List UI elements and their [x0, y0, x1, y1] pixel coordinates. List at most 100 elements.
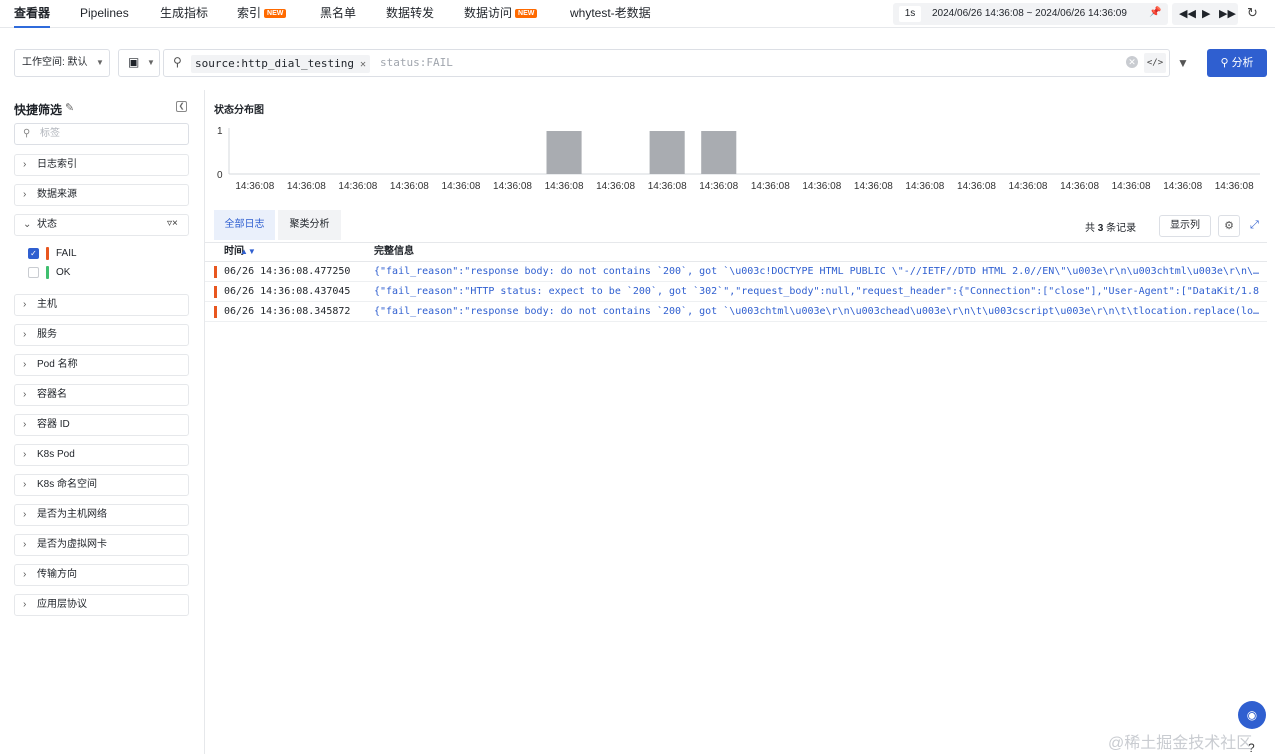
- chart-x-labels: 14:36:08 14:36:08 14:36:08 14:36:08 14:36:08…: [235, 181, 1254, 192]
- filter-group-label: 日志索引: [37, 159, 77, 170]
- filter-group-service[interactable]: › 服务: [14, 324, 189, 346]
- table-row[interactable]: 06/26 14:36:08.437045 {"fail_reason":"HT…: [205, 282, 1267, 302]
- table-row[interactable]: 06/26 14:36:08.477250 {"fail_reason":"re…: [205, 262, 1267, 282]
- x-tick-label: 14:36:08: [905, 181, 944, 192]
- x-tick-label: 14:36:08: [442, 181, 481, 192]
- display-columns-button[interactable]: 显示列: [1159, 215, 1211, 237]
- tab-metrics[interactable]: 生成指标: [160, 0, 208, 28]
- play-icon[interactable]: ▶: [1202, 3, 1210, 25]
- filter-group-pod-name[interactable]: › Pod 名称: [14, 354, 189, 376]
- filter-group-virtual-nic[interactable]: › 是否为虚拟网卡: [14, 534, 189, 556]
- checkbox[interactable]: [28, 267, 39, 278]
- edit-icon[interactable]: ✎: [65, 101, 74, 114]
- log-message: {"fail_reason":"response body: do not co…: [374, 306, 1260, 317]
- chart-bar[interactable]: [546, 131, 582, 174]
- log-time: 06/26 14:36:08.437045: [224, 286, 351, 297]
- analyze-button[interactable]: ⚲ 分析: [1207, 49, 1267, 77]
- filter-settings-icon[interactable]: ▼: [1177, 56, 1189, 70]
- clear-icon[interactable]: ✕: [1126, 56, 1138, 68]
- collapse-sidebar-icon[interactable]: ❮: [176, 101, 187, 112]
- x-tick-label: 14:36:08: [648, 181, 687, 192]
- filter-group-label: 是否为虚拟网卡: [37, 539, 107, 550]
- filter-group-host-network[interactable]: › 是否为主机网络: [14, 504, 189, 526]
- filter-group-host[interactable]: › 主机: [14, 294, 189, 316]
- record-count-suffix: 条记录: [1106, 223, 1137, 234]
- tab-cluster-analysis[interactable]: 聚类分析: [278, 210, 341, 240]
- workspace-select[interactable]: 工作空间: 默认 ▼: [14, 49, 110, 77]
- fast-forward-icon[interactable]: ▶▶: [1219, 3, 1236, 25]
- column-header-message: 完整信息: [374, 246, 414, 257]
- quick-filter-title: 快捷筛选: [14, 103, 63, 117]
- chevron-down-icon: ▼: [96, 58, 104, 67]
- query-chip[interactable]: source:http_dial_testing ✕: [191, 55, 370, 73]
- record-count-prefix: 共: [1085, 223, 1095, 234]
- top-nav: 查看器 Pipelines 生成指标 索引 NEW 黑名单 数据转发 数据访问 NE…: [0, 0, 1275, 28]
- tab-data-access[interactable]: 数据访问 NEW: [464, 0, 538, 28]
- filter-group-status[interactable]: ⌄ 状态 ▿×: [14, 214, 189, 236]
- chevron-right-icon: ›: [23, 479, 27, 490]
- search-input[interactable]: ⚲ source:http_dial_testing ✕ status:FAIL …: [163, 49, 1170, 77]
- record-count-value: 3: [1097, 223, 1104, 234]
- filter-group-container-name[interactable]: › 容器名: [14, 384, 189, 406]
- chevron-right-icon: ›: [23, 189, 27, 200]
- tab-label: 索引: [237, 6, 262, 20]
- tab-forwarding[interactable]: 数据转发: [386, 0, 434, 28]
- filter-group-app-protocol[interactable]: › 应用层协议: [14, 594, 189, 616]
- pin-icon[interactable]: 📌: [1149, 7, 1161, 18]
- search-icon: ⚲: [173, 55, 182, 69]
- status-color-bar: [46, 247, 49, 260]
- x-tick-label: 14:36:08: [545, 181, 584, 192]
- tab-whytest[interactable]: whytest-老数据: [570, 0, 651, 28]
- chevron-right-icon: ›: [23, 449, 27, 460]
- table-row[interactable]: 06/26 14:36:08.345872 {"fail_reason":"re…: [205, 302, 1267, 322]
- status-color-bar: [46, 266, 49, 279]
- analyze-label: 分析: [1231, 57, 1254, 69]
- code-icon[interactable]: </>: [1144, 53, 1166, 73]
- x-tick-label: 14:36:08: [287, 181, 326, 192]
- filter-group-direction[interactable]: › 传输方向: [14, 564, 189, 586]
- chevron-right-icon: ›: [23, 159, 27, 170]
- tab-viewer[interactable]: 查看器: [14, 0, 51, 28]
- chevron-right-icon: ›: [23, 509, 27, 520]
- view-select[interactable]: ▣ ▼: [118, 49, 160, 77]
- refresh-interval[interactable]: 1s: [899, 6, 921, 22]
- sort-icon[interactable]: ▲▼: [240, 243, 256, 261]
- fullscreen-icon[interactable]: ⤢: [1250, 219, 1259, 232]
- tab-index[interactable]: 索引 NEW: [237, 0, 287, 28]
- rewind-icon[interactable]: ◀◀: [1179, 3, 1196, 25]
- filter-group-log-index[interactable]: › 日志索引: [14, 154, 189, 176]
- tab-blacklist[interactable]: 黑名单: [320, 0, 356, 28]
- filter-group-k8s-namespace[interactable]: › K8s 命名空间: [14, 474, 189, 496]
- x-tick-label: 14:36:08: [596, 181, 635, 192]
- checkbox-checked[interactable]: ✓: [28, 248, 39, 259]
- x-tick-label: 14:36:08: [390, 181, 429, 192]
- time-range-picker[interactable]: 1s 2024/06/26 14:36:08 ~ 2024/06/26 14:3…: [893, 3, 1168, 25]
- chart-title: 状态分布图: [214, 105, 264, 116]
- filter-group-label: 容器 ID: [37, 419, 70, 430]
- clear-filter-icon[interactable]: ▿×: [167, 218, 178, 229]
- screenshot-icon[interactable]: ◉: [1238, 701, 1266, 729]
- refresh-icon[interactable]: ↻: [1247, 5, 1258, 21]
- filter-group-container-id[interactable]: › 容器 ID: [14, 414, 189, 436]
- log-time: 06/26 14:36:08.345872: [224, 306, 351, 317]
- chart-bar[interactable]: [701, 131, 737, 174]
- x-tick-label: 14:36:08: [1215, 181, 1254, 192]
- chevron-right-icon: ›: [23, 599, 27, 610]
- time-range-text: 2024/06/26 14:36:08 ~ 2024/06/26 14:36:0…: [932, 8, 1127, 19]
- x-tick-label: 14:36:08: [338, 181, 377, 192]
- filter-group-k8s-pod[interactable]: › K8s Pod: [14, 444, 189, 466]
- gear-icon[interactable]: ⚙: [1218, 215, 1240, 237]
- new-badge: NEW: [264, 9, 287, 18]
- chart-bar[interactable]: [649, 131, 685, 174]
- close-icon[interactable]: ✕: [360, 59, 366, 70]
- filter-group-data-source[interactable]: › 数据来源: [14, 184, 189, 206]
- tab-all-logs[interactable]: 全部日志: [214, 210, 275, 240]
- tab-label: 黑名单: [320, 6, 357, 20]
- filter-group-label: 数据来源: [37, 189, 77, 200]
- x-tick-label: 14:36:08: [854, 181, 893, 192]
- y-tick-label: 1: [217, 126, 223, 137]
- filter-group-label: 容器名: [37, 389, 67, 400]
- x-tick-label: 14:36:08: [1060, 181, 1099, 192]
- tag-search-input[interactable]: ⚲ 标签: [14, 123, 189, 145]
- tab-pipelines[interactable]: Pipelines: [80, 0, 129, 28]
